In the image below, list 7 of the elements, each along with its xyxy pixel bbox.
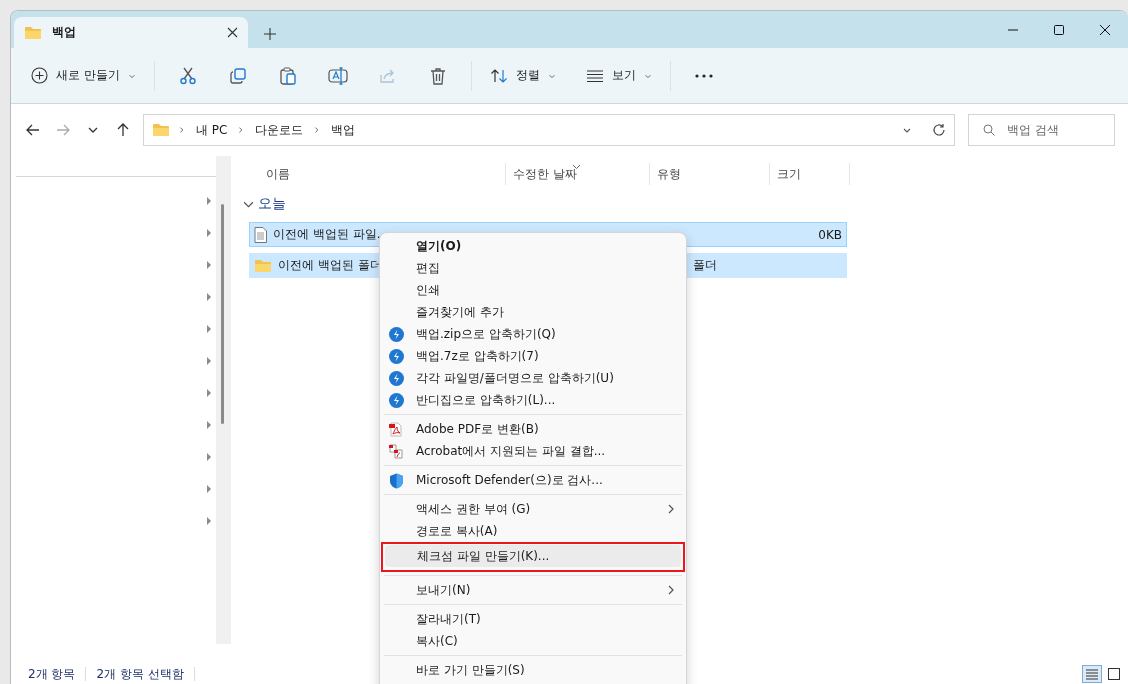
- tab-title: 백업: [52, 24, 77, 41]
- search-placeholder: 백업 검색: [1007, 121, 1059, 139]
- file-name: 이전에 백업된 파일.: [273, 226, 381, 243]
- item-count: 2개 항목: [27, 665, 77, 683]
- file-size: 0KB: [818, 227, 843, 242]
- selection-count: 2개 항목 선택함: [95, 665, 185, 683]
- file-type: 폴더: [693, 257, 717, 274]
